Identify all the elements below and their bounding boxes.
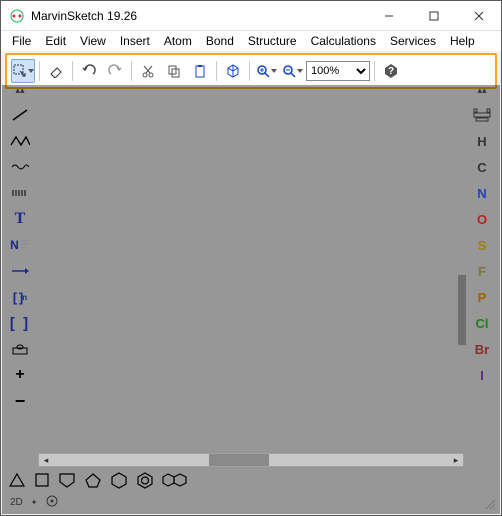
resize-grip-icon[interactable] <box>484 498 496 510</box>
menubar: File Edit View Insert Atom Bond Structur… <box>1 31 501 51</box>
menu-file[interactable]: File <box>5 32 38 50</box>
element-p[interactable]: P <box>471 287 493 307</box>
menu-bond[interactable]: Bond <box>199 32 241 50</box>
bond-single-tool[interactable] <box>9 105 31 125</box>
element-o[interactable]: O <box>471 209 493 229</box>
window-title: MarvinSketch 19.26 <box>31 9 137 23</box>
element-br[interactable]: Br <box>471 339 493 359</box>
element-c[interactable]: C <box>471 157 493 177</box>
cut-button[interactable] <box>136 59 160 83</box>
bond-wave-tool[interactable] <box>9 157 31 177</box>
chevron-down-icon <box>28 69 34 73</box>
zoom-select[interactable]: 100% <box>306 61 370 81</box>
paste-button[interactable] <box>188 59 212 83</box>
charge-plus-tool[interactable]: + <box>9 365 31 385</box>
status-clean-icon[interactable] <box>46 495 58 510</box>
scroll-up-icon[interactable]: ▴▴ <box>6 85 34 97</box>
scroll-left-icon[interactable]: ◂ <box>39 454 53 466</box>
svg-text:?: ? <box>388 66 394 77</box>
chevron-down-icon <box>297 69 303 73</box>
minimize-button[interactable] <box>366 1 411 31</box>
menu-services[interactable]: Services <box>383 32 443 50</box>
vertical-scrollbar-thumb[interactable] <box>458 275 466 345</box>
benzene-template[interactable] <box>136 471 154 494</box>
cyclobutane-template[interactable] <box>34 472 50 493</box>
element-h[interactable]: H <box>471 131 493 151</box>
bond-chain-tool[interactable] <box>9 131 31 151</box>
element-f[interactable]: F <box>471 261 493 281</box>
cyclohexane-template[interactable] <box>110 471 128 494</box>
element-cl[interactable]: Cl <box>471 313 493 333</box>
toolbar-highlight: 100% ? <box>5 53 497 89</box>
app-icon <box>9 8 25 24</box>
main-toolbar: 100% ? <box>9 57 493 85</box>
menu-insert[interactable]: Insert <box>113 32 157 50</box>
cyclopentadiene-template[interactable] <box>58 472 76 493</box>
redo-button[interactable] <box>103 59 127 83</box>
name-tool[interactable]: N <box>9 235 31 255</box>
zoom-out-button[interactable] <box>280 59 304 83</box>
cyclopentane-template[interactable] <box>84 472 102 494</box>
naphthalene-template[interactable] <box>162 472 188 493</box>
scrollbar-thumb[interactable] <box>209 454 269 466</box>
help-button[interactable]: ? <box>379 59 403 83</box>
arrow-tool[interactable] <box>9 261 31 281</box>
graphics-tool[interactable] <box>9 339 31 359</box>
periodic-table-button[interactable] <box>471 105 493 125</box>
cyclopropane-template[interactable] <box>8 472 26 493</box>
menu-edit[interactable]: Edit <box>38 32 73 50</box>
bracket-repeat-tool[interactable]: [ ]n <box>9 287 31 307</box>
rotate-3d-button[interactable] <box>221 59 245 83</box>
scroll-up-icon[interactable]: ▴▴ <box>468 85 496 97</box>
maximize-button[interactable] <box>411 1 456 31</box>
left-toolbar: ▴▴ T N [ ]n [ ] + − <box>6 85 34 451</box>
template-toolbar <box>8 471 188 494</box>
right-toolbar: ▴▴ H C N O S F P Cl Br I <box>468 85 496 451</box>
titlebar: MarvinSketch 19.26 <box>1 1 501 31</box>
element-s[interactable]: S <box>471 235 493 255</box>
bracket-tool[interactable]: [ ] <box>9 313 31 333</box>
status-bar: 2D ✦ <box>10 495 58 510</box>
menu-help[interactable]: Help <box>443 32 482 50</box>
bond-hash-tool[interactable] <box>9 183 31 203</box>
text-tool[interactable]: T <box>9 209 31 229</box>
menu-calculations[interactable]: Calculations <box>304 32 383 50</box>
eraser-button[interactable] <box>44 59 68 83</box>
status-mode[interactable]: 2D <box>10 497 23 508</box>
charge-minus-tool[interactable]: − <box>9 391 31 411</box>
status-marker-icon[interactable]: ✦ <box>31 498 38 507</box>
app-window: MarvinSketch 19.26 File Edit View Insert… <box>0 0 502 516</box>
undo-button[interactable] <box>77 59 101 83</box>
canvas-area[interactable]: ▴▴ T N [ ]n [ ] + − ▴▴ H C N O S F P <box>2 85 500 469</box>
close-button[interactable] <box>456 1 501 31</box>
menu-atom[interactable]: Atom <box>157 32 199 50</box>
horizontal-scrollbar[interactable]: ◂ ▸ <box>38 453 464 467</box>
scroll-right-icon[interactable]: ▸ <box>449 454 463 466</box>
bottom-bar: 2D ✦ <box>2 469 500 514</box>
selection-tool-button[interactable] <box>11 59 35 83</box>
zoom-in-button[interactable] <box>254 59 278 83</box>
element-i[interactable]: I <box>471 365 493 385</box>
menu-structure[interactable]: Structure <box>241 32 304 50</box>
element-n[interactable]: N <box>471 183 493 203</box>
copy-button[interactable] <box>162 59 186 83</box>
menu-view[interactable]: View <box>73 32 113 50</box>
chevron-down-icon <box>271 69 277 73</box>
